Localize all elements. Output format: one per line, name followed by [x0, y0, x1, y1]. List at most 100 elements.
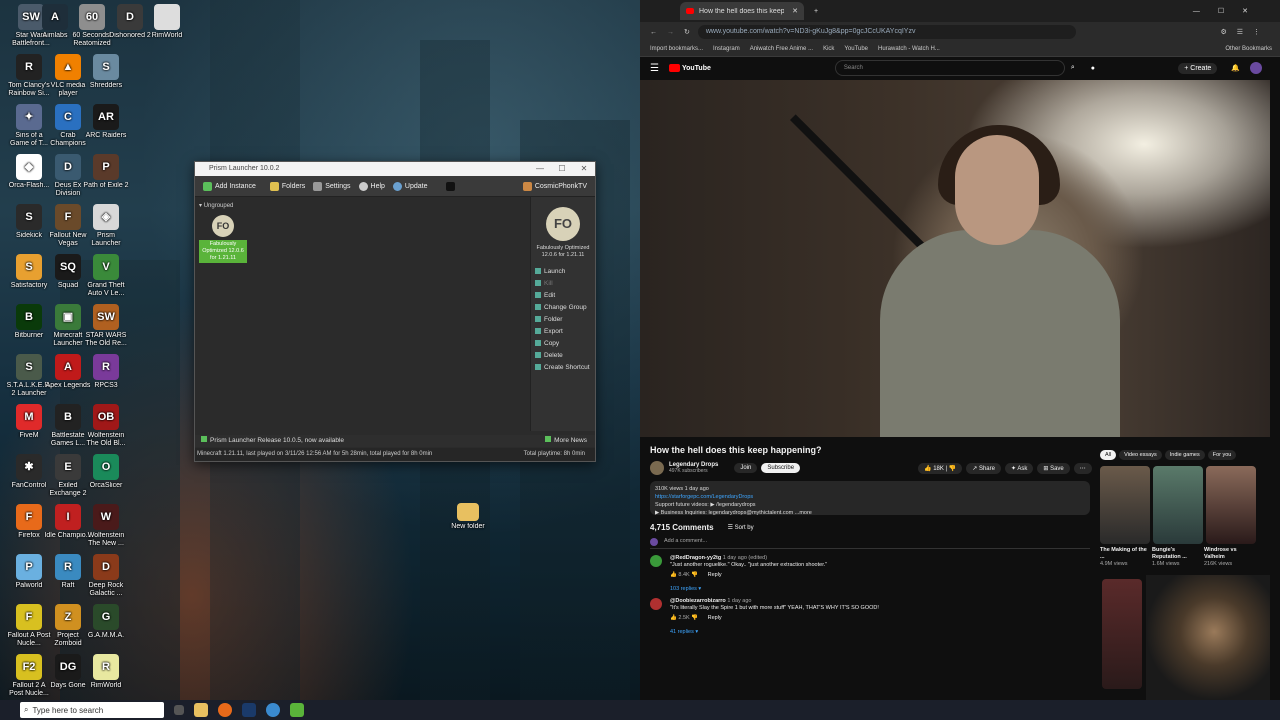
action-create-shortcut[interactable]: Create Shortcut: [531, 361, 595, 373]
update-button[interactable]: Update: [392, 181, 428, 191]
group-header[interactable]: ▾ Ungrouped: [199, 202, 233, 209]
forward-icon[interactable]: →: [667, 29, 674, 36]
desktop-icon[interactable]: SW STAR WARS The Old Re...: [82, 304, 130, 348]
description-link[interactable]: https://starforgepc.com/LegendaryDrops: [655, 493, 1085, 501]
chip-indie-games[interactable]: Indie games: [1164, 450, 1205, 460]
replies-toggle[interactable]: 41 replies ▾: [670, 629, 1070, 635]
description-box[interactable]: 310K views 1 day ago https://starforgepc…: [650, 481, 1090, 516]
rec-thumb-2[interactable]: [1206, 466, 1256, 544]
action-edit[interactable]: Edit: [531, 289, 595, 301]
tab-youtube[interactable]: How the hell does this keep ✕: [680, 2, 804, 20]
chrome-icon[interactable]: [266, 703, 280, 717]
action-folder[interactable]: Folder: [531, 313, 595, 325]
chip-for-you[interactable]: For you: [1207, 450, 1237, 460]
rec-thumb-1[interactable]: [1153, 466, 1203, 544]
reply-button[interactable]: Reply: [708, 572, 722, 578]
bookmark-0[interactable]: Import bookmarks...: [650, 46, 703, 52]
search-input[interactable]: Search: [834, 60, 1065, 76]
task-view-icon[interactable]: [174, 705, 184, 715]
rec-video[interactable]: Windrose vs Valheim 216K views: [1204, 547, 1256, 568]
file-explorer-icon[interactable]: [194, 703, 208, 717]
close-button[interactable]: ✕: [573, 162, 595, 176]
desktop-icon[interactable]: O OrcaSlicer: [82, 454, 130, 498]
other-bookmarks[interactable]: Other Bookmarks: [1225, 46, 1272, 52]
add-instance-button[interactable]: Add Instance: [203, 181, 256, 191]
commenter-avatar[interactable]: [650, 555, 662, 567]
help-button[interactable]: Help: [358, 181, 385, 191]
add-comment-field[interactable]: Add a comment...: [650, 538, 1090, 549]
reply-button[interactable]: Reply: [708, 615, 722, 621]
like-button[interactable]: 👍 18K | 👎: [918, 462, 963, 474]
folders-button[interactable]: Folders: [269, 181, 305, 191]
prism-launcher-icon[interactable]: [290, 703, 304, 717]
commenter-avatar[interactable]: [650, 598, 662, 610]
rec-video[interactable]: Bungie's Reputation ... 1.6M views: [1152, 547, 1204, 568]
join-button[interactable]: Join: [734, 463, 758, 473]
desktop-icon[interactable]: R RimWorld: [82, 654, 130, 698]
bookmark-4[interactable]: YouTube: [844, 46, 868, 52]
desktop-icon[interactable]: V Grand Theft Auto V Le...: [82, 254, 130, 298]
chip-video-essays[interactable]: Video essays: [1119, 450, 1162, 460]
desktop-icon[interactable]: OB Wolfenstein The Old Bl...: [82, 404, 130, 448]
window-titlebar[interactable]: Prism Launcher 10.0.2 — ☐ ✕: [195, 162, 595, 176]
account-button[interactable]: CosmicPhonkTV: [522, 181, 587, 191]
desktop-icon[interactable]: P Path of Exile 2: [82, 154, 130, 198]
new-folder-icon[interactable]: New folder: [444, 503, 492, 539]
comment-dislike-button[interactable]: 👎: [690, 572, 700, 578]
comment-like-button[interactable]: 👍 2.5K: [670, 615, 690, 621]
settings-button[interactable]: Settings: [313, 181, 351, 191]
subscribe-button[interactable]: Subscribe: [761, 463, 801, 473]
desktop-icon[interactable]: AR ARC Raiders: [82, 104, 130, 148]
new-tab-button[interactable]: +: [814, 8, 818, 15]
steam-icon[interactable]: [242, 703, 256, 717]
minimize-button[interactable]: —: [529, 162, 551, 176]
reload-icon[interactable]: ↻: [684, 28, 690, 36]
chip-all[interactable]: All: [1100, 450, 1117, 460]
desktop-icon[interactable]: ◈ Prism Launcher: [82, 204, 130, 248]
avatar[interactable]: [1250, 62, 1262, 74]
action-kill[interactable]: Kill: [531, 277, 595, 289]
cat-icon[interactable]: [445, 181, 458, 191]
bookmark-5[interactable]: Hurawatch - Watch H...: [878, 46, 940, 52]
desktop-icon[interactable]: RimWorld: [143, 4, 191, 48]
url-field[interactable]: www.youtube.com/watch?v=ND3i-gKuJg8&pp=0…: [697, 25, 1076, 39]
action-change-group[interactable]: Change Group: [531, 301, 595, 313]
extensions-icon[interactable]: ⚙☰⋮: [1220, 28, 1270, 36]
comment-author[interactable]: @Doobiezarrobizarro: [670, 598, 726, 604]
share-button[interactable]: ↗ Share: [966, 462, 1001, 474]
window-controls[interactable]: —☐✕: [1193, 7, 1266, 15]
comment-like-button[interactable]: 👍 8.4K: [670, 572, 690, 578]
action-copy[interactable]: Copy: [531, 337, 595, 349]
bookmark-3[interactable]: Kick: [823, 46, 834, 52]
replies-toggle[interactable]: 103 replies ▾: [670, 586, 1070, 592]
desktop-icon[interactable]: R RPCS3: [82, 354, 130, 398]
action-export[interactable]: Export: [531, 325, 595, 337]
desktop-icon[interactable]: S Shredders: [82, 54, 130, 98]
taskbar-search[interactable]: ⌕ Type here to search: [20, 702, 164, 718]
youtube-logo[interactable]: YouTube: [668, 64, 711, 72]
bookmark-2[interactable]: Aniwatch Free Anime ...: [750, 46, 813, 52]
save-button[interactable]: ⊞ Save: [1037, 462, 1070, 474]
news-link[interactable]: Prism Launcher Release 10.0.5, now avail…: [201, 436, 344, 444]
back-icon[interactable]: ←: [650, 29, 657, 36]
comment-author[interactable]: @RedDragon-yy2tg: [670, 555, 721, 561]
more-news-button[interactable]: More News: [545, 435, 587, 447]
create-button[interactable]: + Create: [1178, 62, 1218, 74]
search-icon[interactable]: ⌕: [1071, 64, 1075, 72]
action-delete[interactable]: Delete: [531, 349, 595, 361]
firefox-icon[interactable]: [218, 703, 232, 717]
desktop-icon[interactable]: G G.A.M.M.A.: [82, 604, 130, 648]
ask-button[interactable]: ✦ Ask: [1004, 462, 1034, 474]
notifications-icon[interactable]: 🔔: [1231, 64, 1240, 72]
channel-avatar[interactable]: [650, 461, 664, 475]
instance-tile[interactable]: FO Fabulously Optimized 12.0.6 for 1.21.…: [199, 215, 247, 263]
maximize-button[interactable]: ☐: [551, 162, 573, 176]
rec-thumb-0[interactable]: [1100, 466, 1150, 544]
more-actions-button[interactable]: ⋯: [1073, 462, 1092, 474]
rec-thumb-3[interactable]: [1102, 579, 1142, 689]
comment-dislike-button[interactable]: 👎: [690, 615, 700, 621]
video-player[interactable]: [640, 80, 1270, 437]
bookmark-1[interactable]: Instagram: [713, 46, 740, 52]
mic-icon[interactable]: ●: [1091, 65, 1095, 72]
menu-icon[interactable]: ☰: [650, 63, 659, 74]
